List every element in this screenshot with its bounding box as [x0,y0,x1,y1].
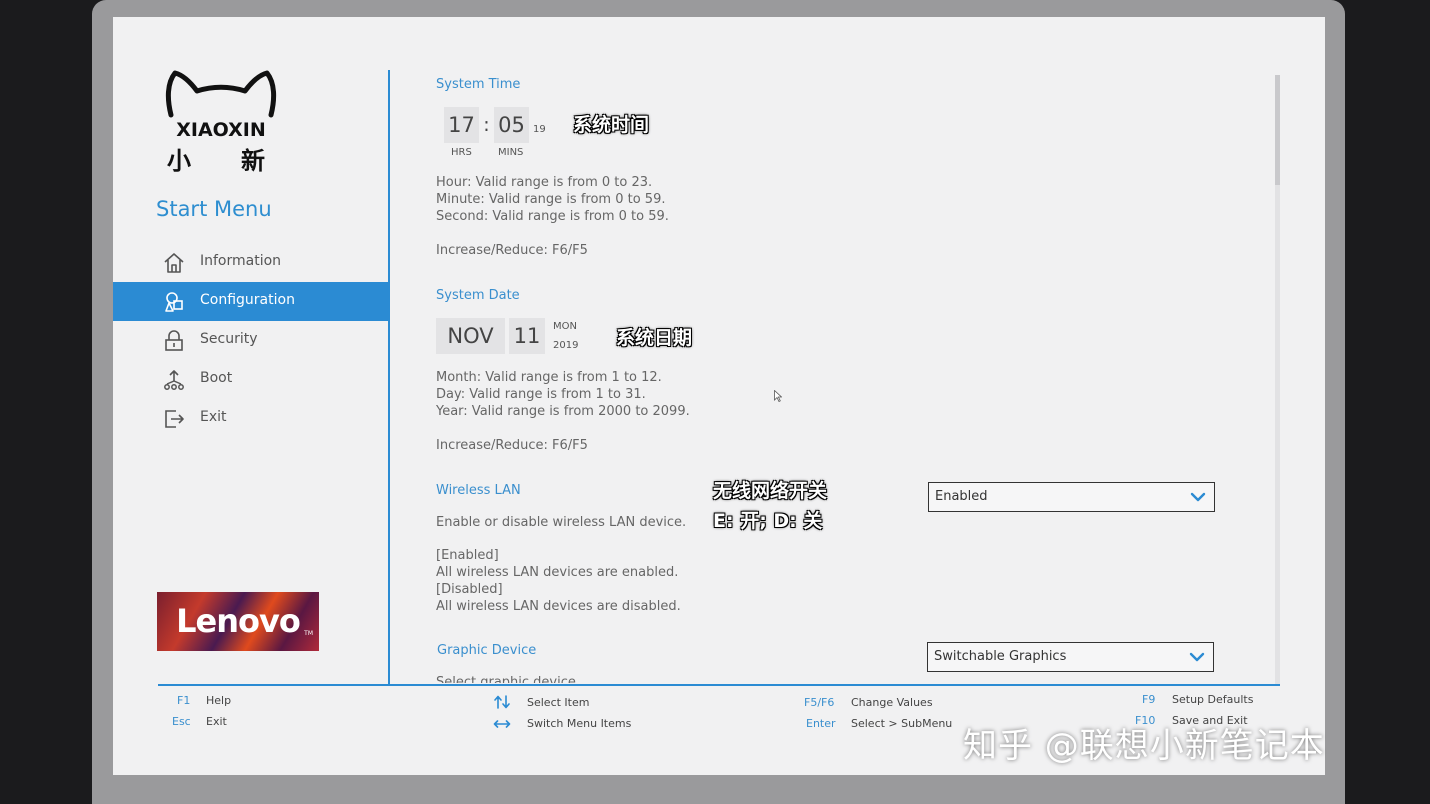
start-menu-title: Start Menu [156,197,272,221]
month-help: Month: Valid range is from 1 to 12. [436,370,662,385]
boot-icon [164,370,184,390]
minute-help: Minute: Valid range is from 0 to 59. [436,192,666,207]
wireless-desc: Enable or disable wireless LAN device. [436,515,687,530]
lock-icon [165,330,183,351]
zhihu-watermark: 知乎 @联想小新笔记本 [963,726,1325,766]
system-time-annotation: 系统时间 [573,114,650,136]
scrollbar-thumb[interactable] [1275,75,1280,185]
hour-help: Hour: Valid range is from 0 to 23. [436,175,653,190]
footer-divider [158,684,1280,686]
minutes-field[interactable]: 05 [494,107,529,143]
mins-label: MINS [498,147,524,158]
year-field[interactable]: 2019 [553,340,578,351]
wireless-annotation-1: 无线网络开关 [713,480,828,502]
f1-desc: Help [206,694,232,707]
f1-key: F1 [177,694,191,707]
mouse-cursor-icon [774,390,782,402]
system-date-annotation: 系统日期 [616,327,693,349]
wireless-opt-enabled: [Enabled] [436,548,499,563]
logo-wordmark: XIAOXIN [176,119,266,141]
graphic-device-desc: Select graphic device [436,675,576,683]
switch-menu-desc: Switch Menu Items [527,717,632,730]
sidebar-item-label: Boot [200,370,233,386]
f9-key: F9 [1142,693,1156,706]
time-separator: : [483,114,490,136]
chevron-down-icon [1190,492,1206,502]
logo-char-2: 新 [241,147,265,175]
up-down-arrows-icon [494,695,510,709]
sidebar-item-exit[interactable]: Exit [113,399,388,438]
f5f6-key: F5/F6 [804,696,835,709]
system-time-title: System Time [436,77,521,92]
wireless-opt-disabled: [Disabled] [436,582,503,597]
enter-key: Enter [806,717,836,730]
bios-screen: XIAOXIN 小 新 Start Menu Information Confi… [113,17,1325,775]
graphic-device-title: Graphic Device [437,643,537,658]
wireless-annotation-2: E: 开; D: 关 [713,510,823,532]
wireless-lan-value: Enabled [935,489,988,504]
time-keys-help: Increase/Reduce: F6/F5 [436,243,588,258]
home-icon [164,253,184,273]
year-help: Year: Valid range is from 2000 to 2099. [436,404,690,419]
esc-desc: Exit [206,715,227,728]
enter-desc: Select > SubMenu [851,717,953,730]
select-item-desc: Select Item [527,696,590,709]
cat-ears-icon [165,70,277,118]
content-scrollbar[interactable] [1275,75,1280,685]
sidebar-item-label: Information [200,253,282,269]
esc-key: Esc [172,715,191,728]
left-right-arrows-icon [493,720,511,728]
lenovo-trademark: TM [304,630,313,637]
sidebar-item-information[interactable]: Information [113,243,388,282]
sidebar-item-security[interactable]: Security [113,321,388,360]
weekday-label: MON [553,321,577,332]
day-field[interactable]: 11 [509,318,545,354]
sidebar-item-boot[interactable]: Boot [113,360,388,399]
sidebar-item-label: Exit [200,409,227,425]
month-field[interactable]: NOV [436,318,505,354]
wireless-lan-title: Wireless LAN [436,483,521,498]
chevron-down-icon [1189,652,1205,662]
sidebar-item-configuration[interactable]: Configuration [113,282,388,321]
graphic-device-dropdown[interactable]: Switchable Graphics [927,642,1214,672]
system-date-title: System Date [436,288,520,303]
sidebar-item-label: Configuration [200,292,295,308]
day-help: Day: Valid range is from 1 to 31. [436,387,646,402]
f5f6-desc: Change Values [851,696,933,709]
sidebar-item-label: Security [200,331,258,347]
lenovo-logo: Lenovo TM [157,592,319,651]
wireless-lan-dropdown[interactable]: Enabled [928,482,1215,512]
seconds-field[interactable]: 19 [533,124,546,135]
f9-desc: Setup Defaults [1172,693,1254,706]
hrs-label: HRS [451,147,472,158]
logo-char-1: 小 [167,147,191,175]
exit-icon [165,410,184,428]
sidebar-divider [388,70,390,685]
date-keys-help: Increase/Reduce: F6/F5 [436,438,588,453]
wireless-opt-disabled-desc: All wireless LAN devices are disabled. [436,599,681,614]
configuration-icon [165,292,183,312]
xiaoxin-logo: XIAOXIN 小 新 [165,69,277,175]
second-help: Second: Valid range is from 0 to 59. [436,209,669,224]
wireless-opt-enabled-desc: All wireless LAN devices are enabled. [436,565,679,580]
lenovo-wordmark: Lenovo [176,602,301,640]
graphic-device-value: Switchable Graphics [934,649,1067,664]
hours-field[interactable]: 17 [444,107,479,143]
